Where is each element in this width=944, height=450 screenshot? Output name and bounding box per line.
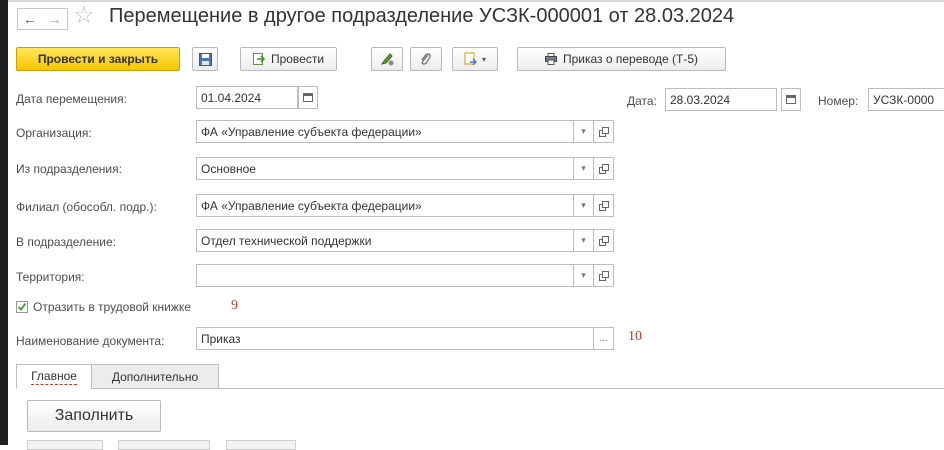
save-icon: [198, 52, 212, 66]
organization-field[interactable]: ФА «Управление субъекта федерации» ▾: [196, 120, 594, 143]
annotation-mark-9: 9: [231, 298, 238, 313]
organization-label: Организация:: [16, 126, 92, 140]
create-based-on-button[interactable]: ▾: [452, 47, 498, 71]
partial-button[interactable]: [226, 440, 296, 450]
post-label: Провести: [270, 52, 325, 66]
dropdown-icon[interactable]: ▾: [573, 121, 593, 142]
attach-button[interactable]: [410, 47, 442, 71]
favorite-star-icon[interactable]: ☆: [73, 4, 95, 28]
print-order-button[interactable]: Приказ о переводе (Т-5): [517, 47, 726, 71]
to-department-value: Отдел технической поддержки: [201, 233, 372, 248]
tab-main-label: Главное: [31, 368, 77, 385]
tab-additional[interactable]: Дополнительно: [91, 364, 219, 389]
forward-arrow-icon: →: [47, 11, 62, 27]
workbook-checkbox[interactable]: Отразить в трудовой книжке: [16, 300, 191, 314]
post-and-close-label: Провести и закрыть: [37, 52, 159, 66]
branch-label: Филиал (обособл. подр.):: [16, 200, 157, 214]
dropdown-icon[interactable]: ▾: [573, 158, 593, 179]
fill-button[interactable]: Заполнить: [27, 400, 161, 432]
open-icon: [598, 235, 609, 246]
transfer-date-label: Дата перемещения:: [16, 92, 127, 106]
fill-button-label: Заполнить: [54, 407, 134, 424]
tab-main[interactable]: Главное: [16, 364, 92, 389]
to-department-open-button[interactable]: [594, 229, 614, 252]
open-icon: [598, 200, 609, 211]
from-department-open-button[interactable]: [594, 157, 614, 180]
organization-open-button[interactable]: [594, 120, 614, 143]
dropdown-icon[interactable]: ▾: [573, 230, 593, 251]
checkbox-icon[interactable]: [16, 301, 28, 313]
post-icon: [252, 53, 265, 65]
doc-date-label: Дата:: [627, 94, 657, 108]
edit-icon: [380, 53, 394, 66]
territory-open-button[interactable]: [594, 264, 614, 287]
doc-date-value: 28.03.2024: [670, 92, 731, 107]
edit-button[interactable]: [371, 47, 403, 71]
post-button[interactable]: Провести: [240, 47, 337, 71]
from-department-field[interactable]: Основное ▾: [196, 157, 594, 180]
workbook-checkbox-label: Отразить в трудовой книжке: [33, 300, 191, 314]
partial-button[interactable]: [118, 440, 210, 450]
territory-field[interactable]: ▾: [196, 264, 594, 287]
back-button[interactable]: ←: [17, 8, 43, 30]
branch-value: ФА «Управление субъекта федерации»: [201, 198, 422, 213]
partial-button[interactable]: [27, 440, 103, 450]
doc-number-value: УСЗК-0000: [873, 92, 935, 107]
chevron-down-icon: ▾: [481, 54, 486, 64]
doc-name-label: Наименование документа:: [16, 334, 165, 348]
dropdown-icon[interactable]: ▾: [573, 265, 593, 286]
left-panel-edge: [0, 0, 8, 445]
from-department-label: Из подразделения:: [16, 162, 122, 176]
tab-additional-label: Дополнительно: [111, 369, 199, 384]
window-title: Перемещение в другое подразделение УСЗК-…: [109, 5, 735, 27]
open-icon: [598, 270, 609, 281]
transfer-date-calendar-button[interactable]: [298, 86, 318, 109]
doc-name-select-button[interactable]: ...: [593, 328, 613, 349]
organization-value: ФА «Управление субъекта федерации»: [201, 124, 422, 139]
annotation-mark-10: 10: [628, 329, 642, 344]
to-department-field[interactable]: Отдел технической поддержки ▾: [196, 229, 594, 252]
create-based-on-icon: [464, 52, 477, 66]
from-department-value: Основное: [201, 161, 256, 176]
doc-name-field[interactable]: Приказ ...: [196, 327, 614, 350]
transfer-date-value: 01.04.2024: [201, 90, 262, 105]
territory-label: Территория:: [16, 270, 85, 284]
top-divider: [8, 0, 944, 2]
branch-open-button[interactable]: [594, 194, 614, 217]
open-icon: [598, 163, 609, 174]
doc-name-value: Приказ: [201, 331, 241, 346]
calendar-icon: [303, 93, 313, 102]
to-department-label: В подразделение:: [16, 235, 116, 249]
attach-icon: [421, 53, 431, 65]
forward-button[interactable]: →: [42, 8, 68, 30]
open-icon: [598, 126, 609, 137]
doc-date-calendar-button[interactable]: [781, 88, 801, 111]
doc-date-field[interactable]: 28.03.2024: [665, 88, 777, 111]
print-order-label: Приказ о переводе (Т-5): [562, 52, 699, 66]
doc-number-field[interactable]: УСЗК-0000: [868, 88, 944, 111]
save-button[interactable]: [192, 47, 218, 71]
dropdown-icon[interactable]: ▾: [573, 195, 593, 216]
transfer-date-field[interactable]: 01.04.2024: [196, 86, 298, 109]
back-arrow-icon: ←: [23, 11, 37, 27]
post-and-close-button[interactable]: Провести и закрыть: [16, 47, 180, 71]
branch-field[interactable]: ФА «Управление субъекта федерации» ▾: [196, 194, 594, 217]
print-icon: [544, 53, 557, 65]
doc-number-label: Номер:: [818, 94, 859, 108]
calendar-icon: [786, 95, 796, 104]
